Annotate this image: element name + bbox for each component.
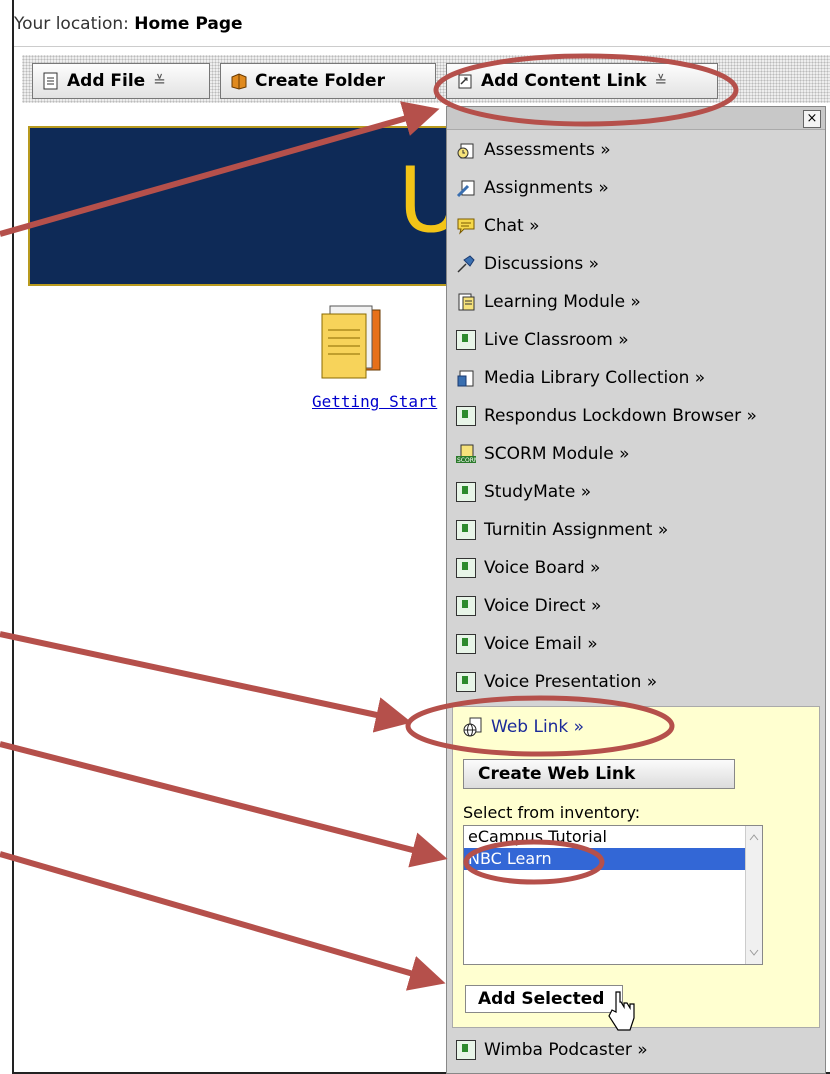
arrow-to-add-content-link <box>0 101 440 237</box>
annotation-ellipses <box>405 53 739 885</box>
annotation-overlay <box>0 53 739 1031</box>
arrow-to-web-link <box>0 631 412 733</box>
cursor-hand-icon <box>608 991 635 1031</box>
arrow-to-nbc-learn <box>0 741 448 868</box>
highlight-ellipse <box>463 839 605 885</box>
arrow-to-add-selected <box>0 851 446 991</box>
annotation-arrows <box>0 101 448 991</box>
highlight-ellipse <box>433 53 739 127</box>
highlight-ellipse <box>405 695 675 757</box>
